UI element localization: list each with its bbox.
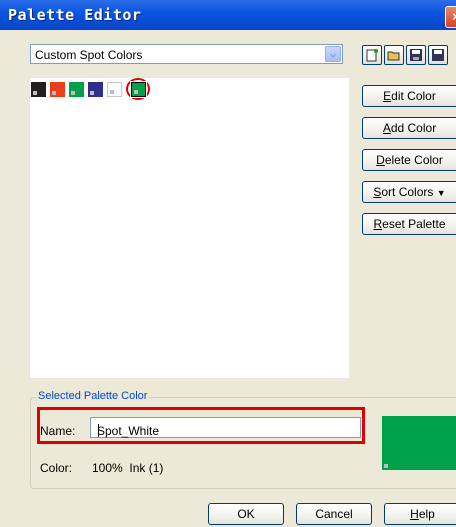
preview-marker <box>384 464 388 468</box>
edit-color-button[interactable]: Edit Color <box>362 85 456 107</box>
reset-palette-label: eset Palette <box>382 217 446 231</box>
help-mnemonic: H <box>410 507 419 521</box>
swatch-marker <box>110 90 114 94</box>
sort-colors-label: ort Colors <box>381 185 434 199</box>
color-swatch[interactable] <box>130 81 147 98</box>
cancel-button[interactable]: Cancel <box>296 503 372 525</box>
open-palette-icon <box>387 51 400 61</box>
color-swatch[interactable] <box>50 82 65 97</box>
swatch-marker <box>52 91 56 95</box>
swatch-marker <box>90 91 94 95</box>
group-title: Selected Palette Color <box>36 390 150 402</box>
chevron-down-icon[interactable]: ⌵ <box>325 46 341 62</box>
reset-palette-button[interactable]: Reset Palette <box>362 213 456 235</box>
color-swatch[interactable] <box>31 82 46 97</box>
edit-color-mnemonic: E <box>383 89 392 103</box>
help-label: elp <box>418 507 435 521</box>
add-color-mnemonic: A <box>382 121 391 135</box>
save-palette-button[interactable] <box>406 45 426 65</box>
dropdown-arrow-icon: ▼ <box>436 188 446 198</box>
save-palette-icon <box>410 49 422 61</box>
window-title: Palette Editor <box>8 6 142 24</box>
title-bar[interactable]: Palette Editor × <box>0 0 456 30</box>
save-as-palette-button[interactable] <box>428 45 448 65</box>
swatch-marker <box>71 91 75 95</box>
swatch-marker <box>134 90 138 94</box>
add-color-label: dd Color <box>390 121 437 135</box>
palette-dropdown[interactable]: Custom Spot Colors ⌵ <box>30 44 343 64</box>
reset-palette-mnemonic: R <box>373 217 383 231</box>
close-icon: × <box>452 9 456 24</box>
delete-color-mnemonic: D <box>376 153 385 167</box>
ok-button[interactable]: OK <box>208 503 284 525</box>
color-preview <box>382 416 456 470</box>
annotation-rectangle <box>37 407 365 444</box>
new-palette-icon <box>366 49 378 62</box>
delete-color-button[interactable]: Delete Color <box>362 149 456 171</box>
color-swatch[interactable] <box>88 82 103 97</box>
color-swatch[interactable] <box>69 82 84 97</box>
palette-dropdown-value: Custom Spot Colors <box>35 48 143 62</box>
color-swatch[interactable] <box>107 82 122 97</box>
save-as-palette-icon <box>432 49 444 61</box>
delete-color-label: elete Color <box>384 153 443 167</box>
edit-color-label: dit Color <box>391 89 436 103</box>
swatch-panel[interactable] <box>30 78 349 378</box>
add-color-button[interactable]: Add Color <box>362 117 456 139</box>
color-value: 100% Ink (1) <box>92 461 164 475</box>
help-button[interactable]: Help <box>384 503 456 525</box>
swatch-marker <box>33 91 37 95</box>
sort-colors-button[interactable]: Sort Colors ▼ <box>362 181 456 203</box>
close-button[interactable]: × <box>445 6 456 28</box>
open-palette-button[interactable] <box>384 45 404 65</box>
color-label: Color: <box>40 461 73 475</box>
new-palette-button[interactable] <box>362 45 382 65</box>
